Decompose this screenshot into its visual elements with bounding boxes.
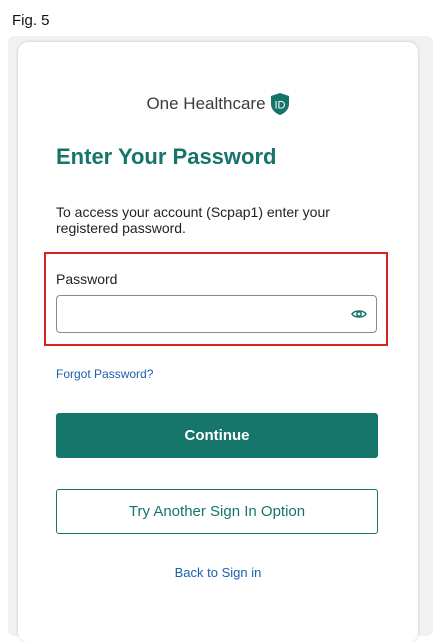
password-field[interactable] xyxy=(56,295,377,333)
id-shield-icon: ID xyxy=(270,92,290,116)
try-another-sign-in-button[interactable]: Try Another Sign In Option xyxy=(56,489,378,534)
back-to-sign-in-link[interactable]: Back to Sign in xyxy=(18,565,418,580)
brand-name: One Healthcare xyxy=(146,94,266,113)
password-label: Password xyxy=(56,271,118,287)
sign-in-card: One Healthcare ID Enter Your Password To… xyxy=(18,42,418,642)
password-input[interactable] xyxy=(65,296,349,332)
instruction-text: To access your account (Scpap1) enter yo… xyxy=(56,204,330,236)
show-password-button[interactable] xyxy=(350,306,368,322)
svg-text:ID: ID xyxy=(274,100,285,112)
continue-button[interactable]: Continue xyxy=(56,413,378,458)
forgot-password-link[interactable]: Forgot Password? xyxy=(56,367,153,381)
eye-icon xyxy=(351,310,367,318)
figure-label: Fig. 5 xyxy=(12,12,50,29)
brand-logo: One Healthcare ID xyxy=(18,92,418,116)
page-title: Enter Your Password xyxy=(56,144,277,169)
